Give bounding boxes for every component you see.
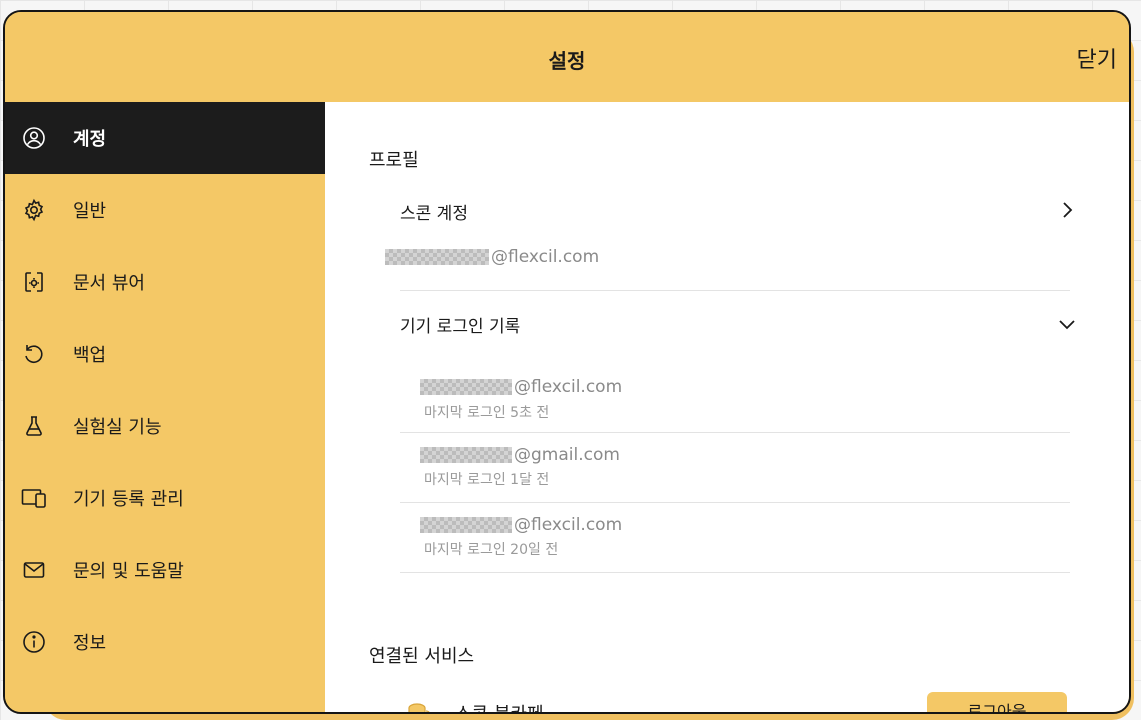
divider xyxy=(400,290,1070,291)
connected-services-title: 연결된 서비스 xyxy=(369,646,475,667)
sidebar-item-help[interactable]: 문의 및 도움말 xyxy=(5,534,325,606)
flask-icon xyxy=(21,413,47,439)
scone-account-label[interactable]: 스콘 계정 xyxy=(400,199,468,224)
redacted-name xyxy=(420,379,512,395)
settings-content: 프로필 스콘 계정 @flexcil.com 기기 로그인 기록 @flexci… xyxy=(325,102,1129,712)
sidebar-item-document-viewer[interactable]: 문서 뷰어 xyxy=(5,246,325,318)
settings-window: 설정 닫기 계정 일반 문서 뷰어 백업 실험실 기능 기기 등록 관리 문의 … xyxy=(3,10,1131,714)
sidebar-item-device-management[interactable]: 기기 등록 관리 xyxy=(5,462,325,534)
account-email: @flexcil.com xyxy=(385,247,599,267)
sidebar-item-label: 문의 및 도움말 xyxy=(73,561,184,582)
login-history-time: 마지막 로그인 5초 전 xyxy=(424,405,550,421)
service-label: 스콘 북카페 xyxy=(455,700,544,712)
sidebar-item-account[interactable]: 계정 xyxy=(5,102,325,174)
sidebar-item-label: 정보 xyxy=(73,633,107,654)
login-history-email: @gmail.com xyxy=(420,445,620,465)
login-history-time: 마지막 로그인 1달 전 xyxy=(424,472,550,488)
user-circle-icon xyxy=(21,125,47,151)
login-history-label[interactable]: 기기 로그인 기록 xyxy=(400,312,520,337)
gear-icon xyxy=(21,197,47,223)
sidebar-item-label: 백업 xyxy=(73,345,107,366)
profile-section-title: 프로필 xyxy=(369,150,419,171)
sidebar-item-label: 일반 xyxy=(73,201,107,222)
sidebar-item-label: 문서 뷰어 xyxy=(73,273,145,294)
sidebar-item-backup[interactable]: 백업 xyxy=(5,318,325,390)
redacted-name xyxy=(420,447,512,463)
close-button[interactable]: 닫기 xyxy=(1077,42,1117,74)
window-title: 설정 xyxy=(548,49,586,73)
login-history-email: @flexcil.com xyxy=(420,515,622,535)
redacted-name xyxy=(420,517,512,533)
sidebar: 계정 일반 문서 뷰어 백업 실험실 기능 기기 등록 관리 문의 및 도움말 … xyxy=(5,102,325,712)
title-bar: 설정 닫기 xyxy=(5,12,1129,102)
sidebar-item-label: 계정 xyxy=(73,129,107,150)
redacted-name xyxy=(385,249,489,265)
sidebar-item-labs[interactable]: 실험실 기능 xyxy=(5,390,325,462)
chevron-right-icon[interactable] xyxy=(1057,200,1077,220)
login-history-time: 마지막 로그인 20일 전 xyxy=(424,542,559,558)
divider xyxy=(400,572,1070,573)
coins-icon xyxy=(408,703,430,712)
divider xyxy=(400,502,1070,503)
sidebar-item-label: 기기 등록 관리 xyxy=(73,489,184,510)
devices-icon xyxy=(21,485,47,511)
info-icon xyxy=(21,629,47,655)
sidebar-item-general[interactable]: 일반 xyxy=(5,174,325,246)
login-history-email: @flexcil.com xyxy=(420,377,622,397)
mail-icon xyxy=(21,557,47,583)
chevron-down-icon[interactable] xyxy=(1057,314,1077,334)
sidebar-item-label: 실험실 기능 xyxy=(73,417,162,438)
logout-button[interactable]: 로그아웃 xyxy=(927,692,1067,712)
backup-icon xyxy=(21,341,47,367)
document-settings-icon xyxy=(21,269,47,295)
sidebar-item-info[interactable]: 정보 xyxy=(5,606,325,678)
divider xyxy=(400,432,1070,433)
